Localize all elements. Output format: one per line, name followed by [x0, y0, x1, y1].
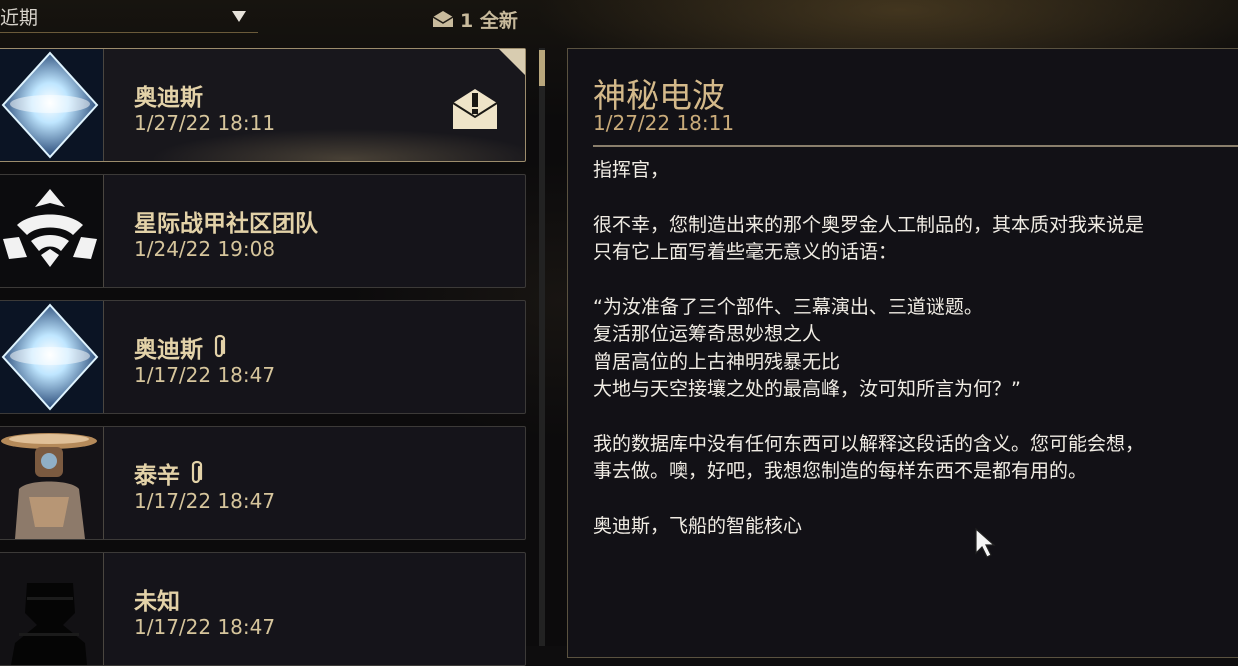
avatar: [0, 301, 104, 413]
new-count-text: 1 全新: [460, 9, 518, 32]
avatar: [0, 175, 104, 287]
divider: [593, 145, 1238, 147]
scrollbar-thumb[interactable]: [539, 50, 545, 86]
sender-name: 奥迪斯: [134, 85, 203, 111]
message-subject: 神秘电波: [593, 76, 725, 115]
avatar: [0, 49, 104, 161]
mouse-cursor-icon: [975, 527, 996, 558]
filter-label: 近期: [0, 6, 39, 29]
sender-name: 泰辛: [134, 456, 204, 490]
sender-name: 星际战甲社区团队: [134, 211, 318, 237]
unread-mail-alert-icon: [452, 89, 498, 129]
message-item-community-team[interactable]: 星际战甲社区团队 1/24/22 19:08: [0, 174, 526, 288]
new-corner-marker: [499, 49, 525, 75]
message-date: 1/17/22 18:47: [134, 489, 276, 513]
new-message-count: 1 全新: [432, 6, 518, 32]
sender-name: 未知: [134, 589, 180, 615]
paperclip-icon: [191, 460, 203, 484]
message-item-teshin[interactable]: 泰辛 1/17/22 18:47: [0, 426, 526, 540]
avatar: [0, 427, 104, 539]
message-body: 指挥官， 很不幸，您制造出来的那个奥罗金人工制品的，其本质对我来说是 只有它上面…: [593, 159, 1145, 538]
chevron-down-icon: [232, 10, 246, 22]
paperclip-icon: [214, 334, 226, 358]
message-item-unknown[interactable]: 未知 1/17/22 18:47: [0, 552, 526, 666]
message-date: 1/17/22 18:47: [134, 363, 276, 387]
message-list-scrollbar[interactable]: [539, 48, 545, 646]
sender-name: 奥迪斯: [134, 330, 227, 364]
message-date: 1/17/22 18:47: [134, 615, 276, 639]
avatar: [0, 553, 104, 665]
inbox-filter-dropdown[interactable]: 近期: [0, 0, 258, 33]
message-date: 1/27/22 18:11: [593, 111, 735, 135]
envelope-icon: [432, 11, 454, 27]
message-date: 1/24/22 19:08: [134, 237, 276, 261]
message-item-ordis[interactable]: 奥迪斯 1/17/22 18:47: [0, 300, 526, 414]
message-date: 1/27/22 18:11: [134, 111, 276, 135]
message-reader-panel: 神秘电波 1/27/22 18:11 指挥官， 很不幸，您制造出来的那个奥罗金人…: [567, 48, 1238, 658]
message-item-ordis-selected[interactable]: 奥迪斯 1/27/22 18:11: [0, 48, 526, 162]
